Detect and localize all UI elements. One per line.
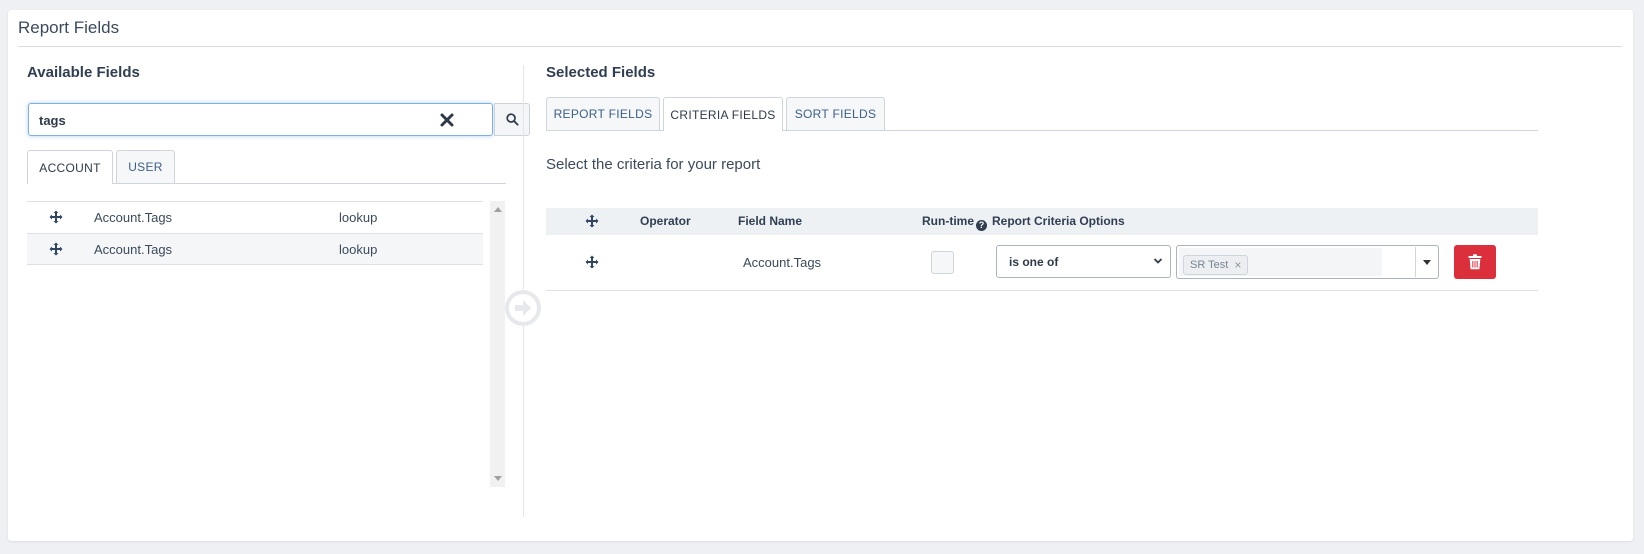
row-divider — [546, 290, 1538, 291]
list-item[interactable]: Account.Tags lookup — [27, 201, 483, 233]
tag-remove-icon[interactable]: × — [1234, 258, 1241, 272]
arrow-right-circle-icon[interactable] — [504, 289, 542, 327]
criteria-table-header: Operator Field Name Run-time? Report Cri… — [546, 208, 1538, 235]
panel-title: Report Fields — [18, 18, 120, 37]
scroll-up-arrow[interactable] — [494, 207, 502, 212]
tag-label: SR Test — [1190, 259, 1229, 271]
scroll-down-arrow[interactable] — [494, 476, 502, 481]
header-field-name: Field Name — [738, 214, 803, 228]
clear-icon[interactable] — [439, 112, 455, 128]
help-icon[interactable]: ? — [976, 220, 987, 231]
tab-report-fields[interactable]: REPORT FIELDS — [546, 97, 660, 130]
available-field-list: Account.Tags lookup Account.Tags lookup — [27, 201, 483, 486]
move-icon[interactable] — [49, 210, 63, 224]
search-box — [28, 103, 493, 136]
trash-icon — [1468, 254, 1482, 270]
field-name: Account.Tags — [94, 210, 173, 225]
move-icon — [585, 214, 599, 228]
header-runtime-label: Run-time — [922, 214, 974, 228]
delete-criteria-button[interactable] — [1454, 245, 1496, 279]
move-icon[interactable] — [585, 255, 599, 269]
list-item[interactable]: Account.Tags lookup — [27, 233, 483, 265]
tab-underline — [546, 130, 663, 131]
field-list-scrollbar[interactable] — [490, 201, 505, 487]
tag-input-area[interactable]: SR Test × — [1179, 248, 1382, 276]
divider — [18, 46, 1622, 47]
runtime-checkbox[interactable] — [931, 251, 954, 274]
divider — [1415, 247, 1416, 277]
field-type: lookup — [339, 242, 378, 257]
tab-criteria-fields[interactable]: CRITERIA FIELDS — [663, 97, 783, 131]
tab-underline — [783, 130, 1538, 131]
selected-fields-title: Selected Fields — [546, 64, 656, 81]
field-type: lookup — [339, 210, 378, 225]
available-fields-title: Available Fields — [27, 64, 140, 81]
tab-underline — [113, 183, 506, 184]
operator-value: is one of — [1009, 255, 1059, 269]
chevron-down-icon — [1153, 258, 1163, 264]
header-operator: Operator — [640, 214, 691, 228]
tab-sort-fields[interactable]: SORT FIELDS — [786, 97, 885, 130]
search-icon — [505, 113, 519, 126]
header-runtime: Run-time? — [922, 214, 987, 231]
operator-select[interactable]: is one of — [996, 245, 1171, 278]
header-options: Report Criteria Options — [992, 214, 1125, 228]
search-input[interactable] — [37, 110, 407, 130]
search-button[interactable] — [494, 103, 530, 136]
report-fields-panel: Report Fields Available Fields ACCOUNT U… — [8, 10, 1633, 541]
move-icon[interactable] — [49, 242, 63, 256]
criteria-options-select[interactable]: SR Test × — [1176, 245, 1439, 279]
list-divider — [27, 264, 483, 265]
tag-chip: SR Test × — [1183, 255, 1249, 275]
tab-user[interactable]: USER — [116, 150, 175, 183]
caret-down-icon[interactable] — [1423, 260, 1431, 265]
criteria-instructions: Select the criteria for your report — [546, 156, 761, 173]
criteria-field-name: Account.Tags — [743, 255, 822, 270]
tab-account[interactable]: ACCOUNT — [27, 150, 113, 184]
field-name: Account.Tags — [94, 242, 173, 257]
